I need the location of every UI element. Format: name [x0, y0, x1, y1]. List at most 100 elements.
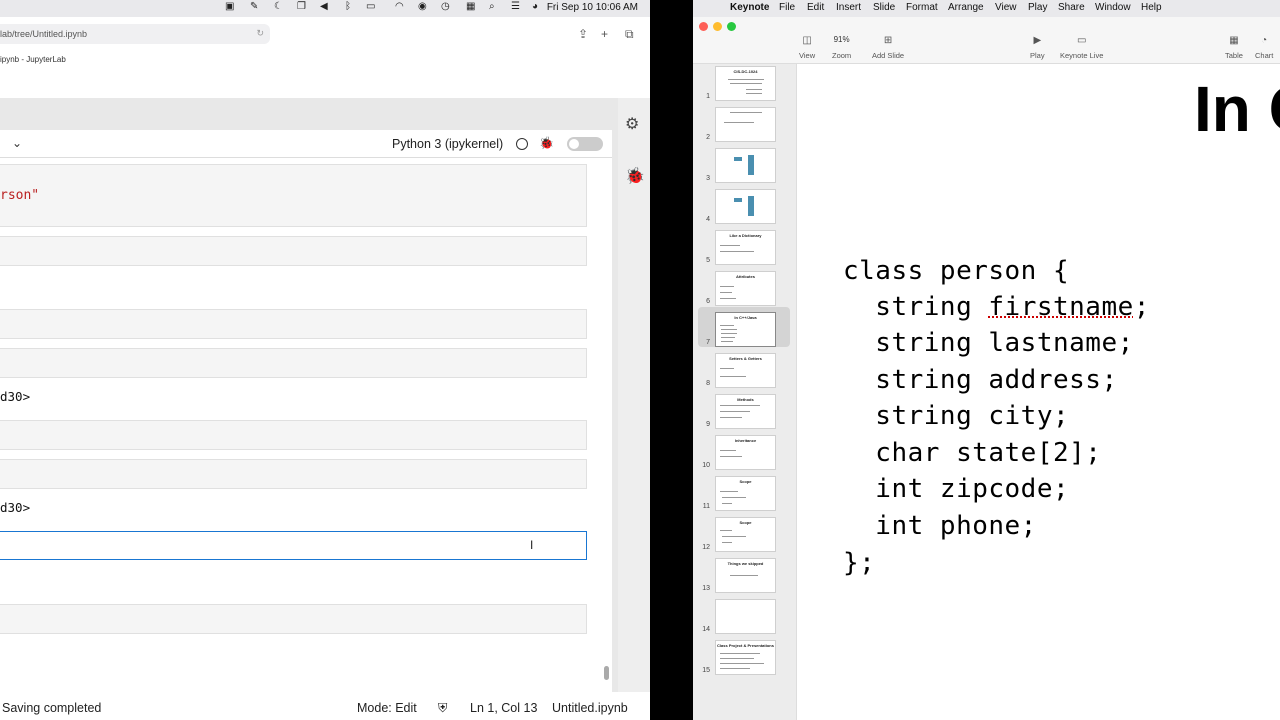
menu-share[interactable]: Share [1058, 2, 1085, 13]
close-window-button[interactable] [699, 22, 708, 31]
scrollbar[interactable] [604, 666, 609, 680]
menu-format[interactable]: Format [906, 2, 938, 13]
slide-thumbnail[interactable]: Scope [715, 476, 776, 511]
slide-number: 2 [706, 134, 710, 141]
slide-thumbnail-selected[interactable]: In C++/Java [715, 312, 776, 347]
code-cell[interactable] [0, 604, 587, 634]
code-cell[interactable]: rson" [0, 164, 587, 227]
window-gap [650, 0, 693, 720]
slide-thumbnail[interactable] [715, 189, 776, 224]
code-line[interactable]: string firstname; [843, 292, 1150, 322]
code-cell[interactable] [0, 309, 587, 339]
code-line[interactable]: string city; [843, 401, 1069, 431]
cell-output: d30> [0, 500, 31, 515]
slide-thumbnail[interactable]: Things we skipped [715, 558, 776, 593]
debugger-panel-icon[interactable]: 🐞 [625, 166, 645, 186]
add-slide-button[interactable]: ⊞ Add Slide [872, 35, 904, 60]
slide-thumb-title: In C++/Java [734, 315, 757, 320]
slide-thumbnail[interactable]: Attributes [715, 271, 776, 306]
table-button[interactable]: ▦ Table [1225, 35, 1243, 60]
code-cell[interactable] [0, 348, 587, 378]
slide-thumbnail[interactable] [715, 148, 776, 183]
slide-thumbnail[interactable]: CIS-DC-1024 [715, 66, 776, 101]
moon-icon[interactable]: ☾ [274, 1, 283, 12]
active-code-cell[interactable] [0, 531, 587, 560]
bluetooth-icon[interactable]: ᛒ [345, 1, 351, 12]
keynote-live-icon: ▭ [1076, 35, 1087, 46]
menu-slide[interactable]: Slide [873, 2, 895, 13]
code-cell[interactable] [0, 420, 587, 450]
cell-code-text: rson" [0, 188, 40, 203]
code-line[interactable]: }; [843, 548, 875, 578]
slide-thumbnail[interactable]: Setters & Getters [715, 353, 776, 388]
mode-indicator[interactable]: Mode: Edit [357, 701, 417, 715]
menu-app[interactable]: Keynote [730, 2, 769, 13]
keyboard-icon[interactable]: ▦ [466, 1, 475, 12]
property-inspector-icon[interactable]: ⚙ [625, 114, 639, 134]
code-line[interactable]: int zipcode; [843, 474, 1069, 504]
play-button[interactable]: ▶ Play [1030, 35, 1045, 60]
keynote-live-button[interactable]: ▭ Keynote Live [1060, 35, 1103, 60]
slide-thumbnail[interactable]: Methods [715, 394, 776, 429]
slide-thumbnail[interactable]: Scope [715, 517, 776, 552]
menu-arrange[interactable]: Arrange [948, 2, 984, 13]
shield-icon[interactable]: ⛨ [438, 701, 447, 716]
status-bar: Saving completed Mode: Edit ⛨ Ln 1, Col … [0, 695, 650, 720]
pen-icon[interactable]: ✎ [250, 1, 258, 12]
volume-icon[interactable]: ◀ [320, 1, 328, 12]
new-tab-icon[interactable]: + [601, 27, 608, 41]
browser-tab-title[interactable]: ipynb - JupyterLab [0, 55, 66, 64]
address-bar[interactable]: lab/tree/Untitled.ipynb ↻ [0, 24, 270, 44]
windows-icon[interactable]: ❐ [297, 1, 306, 12]
slide-number: 7 [706, 339, 710, 346]
debugger-icon[interactable]: 🐞 [539, 136, 554, 150]
cell-output: d30> [0, 389, 31, 404]
slide-title[interactable]: In C [1194, 72, 1280, 146]
menu-play[interactable]: Play [1028, 2, 1047, 13]
slide-number: 5 [706, 257, 710, 264]
siri-icon[interactable]: ◕ [532, 1, 538, 12]
menu-insert[interactable]: Insert [836, 2, 861, 13]
code-line[interactable]: string address; [843, 365, 1118, 395]
slide-canvas[interactable]: In C class person { string firstname; st… [797, 64, 1280, 720]
kernel-name[interactable]: Python 3 (ipykernel) [392, 137, 503, 151]
keynote-window: Keynote File Edit Insert Slide Format Ar… [693, 0, 1280, 720]
view-button[interactable]: ◫ View [799, 35, 815, 60]
tabs-overview-icon[interactable]: ⧉ [625, 27, 634, 42]
share-icon[interactable]: ⇪ [578, 27, 588, 41]
code-cell[interactable] [0, 459, 587, 489]
slide-thumbnail[interactable]: Like a Dictionary [715, 230, 776, 265]
chart-button[interactable]: ◔ Chart [1255, 35, 1273, 60]
menu-file[interactable]: File [779, 2, 795, 13]
code-cell[interactable] [0, 236, 587, 266]
code-line[interactable]: char state[2]; [843, 438, 1101, 468]
screen-icon[interactable]: ▣ [225, 1, 234, 12]
slide-thumbnail[interactable] [715, 599, 776, 634]
code-line[interactable]: class person { [843, 256, 1069, 286]
menu-help[interactable]: Help [1141, 2, 1162, 13]
code-line[interactable]: string lastname; [843, 328, 1134, 358]
clock-icon[interactable]: ◷ [441, 1, 450, 12]
code-line[interactable]: int phone; [843, 511, 1037, 541]
menu-edit[interactable]: Edit [807, 2, 824, 13]
debugger-toggle[interactable] [567, 137, 603, 151]
slide-thumbnail[interactable] [715, 107, 776, 142]
reload-icon[interactable]: ↻ [256, 28, 264, 39]
chevron-down-icon[interactable]: ⌄ [12, 136, 22, 150]
slide-number: 14 [702, 626, 710, 633]
minimize-window-button[interactable] [713, 22, 722, 31]
slide-thumbnail[interactable]: Inheritance [715, 435, 776, 470]
zoom-button[interactable]: 91% Zoom [832, 35, 851, 60]
menu-view[interactable]: View [995, 2, 1017, 13]
slide-thumbnail[interactable]: Class Project & Presentations [715, 640, 776, 675]
user-icon[interactable]: ◉ [418, 1, 427, 12]
zoom-window-button[interactable] [727, 22, 736, 31]
control-center-icon[interactable]: ☰ [511, 1, 520, 12]
search-icon[interactable]: ⌕ [489, 1, 495, 12]
menubar-clock[interactable]: Fri Sep 10 10:06 AM [547, 2, 638, 13]
cursor-position[interactable]: Ln 1, Col 13 [470, 701, 537, 715]
right-sidebar: ⚙ 🐞 [618, 98, 650, 692]
battery-icon[interactable]: ▭ [366, 1, 375, 12]
wifi-icon[interactable]: ◠ [395, 1, 404, 12]
menu-window[interactable]: Window [1095, 2, 1131, 13]
